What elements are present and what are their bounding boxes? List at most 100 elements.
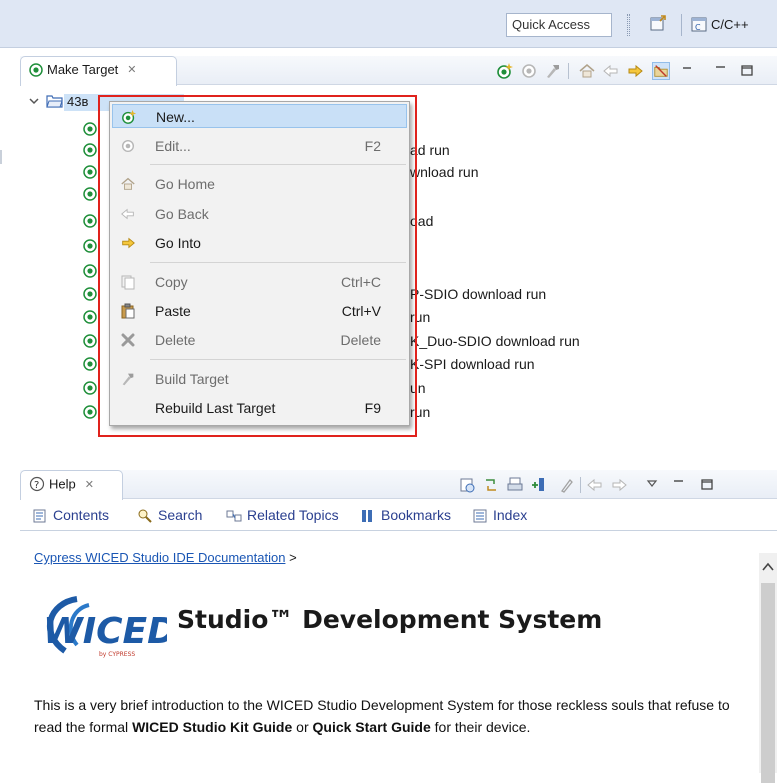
menu-item-delete[interactable]: Delete Delete — [112, 328, 407, 352]
wiced-logo: WICED by CYPRESS — [43, 596, 167, 658]
menu-item-go-back[interactable]: Go Back — [112, 202, 407, 226]
tools-separator — [580, 477, 581, 493]
back-arrow-icon — [121, 208, 134, 220]
target-icon — [83, 357, 97, 371]
toolbar-grip[interactable] — [627, 14, 630, 36]
menu-item-label: New... — [156, 109, 195, 125]
forward-arrow-icon[interactable] — [626, 62, 644, 80]
menu-item-label: Rebuild Last Target — [155, 400, 276, 416]
menu-separator — [150, 164, 406, 165]
menu-item-paste[interactable]: Paste Ctrl+V — [112, 299, 407, 323]
index-label: Index — [493, 507, 528, 523]
tab-make-target-label: Make Target — [47, 62, 119, 77]
menu-item-shortcut: Delete — [340, 332, 381, 348]
hide-empty-folders-icon[interactable] — [652, 62, 670, 80]
chevron-down-icon[interactable] — [28, 95, 40, 107]
open-perspective-button[interactable] — [649, 14, 669, 36]
vertical-scrollbar[interactable] — [759, 553, 777, 783]
maximize-icon[interactable] — [738, 62, 756, 80]
menu-item-label: Copy — [155, 274, 188, 290]
help-icon: ? — [29, 476, 45, 492]
target-icon — [83, 287, 97, 301]
menu-item-label: Edit... — [155, 138, 191, 154]
sync-toc-icon[interactable] — [482, 476, 500, 494]
toolbar-separator — [681, 14, 682, 36]
scroll-up-icon[interactable] — [762, 562, 774, 572]
back-arrow-icon[interactable] — [602, 62, 620, 80]
forward-arrow-icon[interactable] — [610, 476, 628, 494]
menu-item-build-target[interactable]: Build Target — [112, 367, 407, 391]
left-trim — [0, 150, 6, 164]
tab-help[interactable]: ? Help ✕ — [20, 470, 123, 500]
target-icon — [83, 165, 97, 179]
help-tools — [458, 476, 776, 496]
breadcrumb: Cypress WICED Studio IDE Documentation > — [34, 550, 297, 565]
target-label: un — [410, 380, 426, 396]
quick-access-input[interactable]: Quick Access — [506, 13, 612, 37]
svg-text:C: C — [695, 23, 701, 32]
related-topics-link[interactable]: Related Topics — [226, 506, 356, 526]
target-icon — [83, 214, 97, 228]
menu-item-new[interactable]: New... — [112, 104, 407, 128]
target-label: run — [410, 404, 431, 420]
bookmarks-link[interactable]: Bookmarks — [360, 506, 460, 526]
search-label: Search — [158, 507, 203, 523]
page-title: Studio™ Development System — [177, 605, 603, 634]
search-link[interactable]: Search — [137, 506, 217, 526]
minimize-icon[interactable] — [670, 476, 688, 494]
minimize-icon[interactable] — [712, 62, 730, 80]
delete-icon — [121, 333, 135, 347]
tab-make-target[interactable]: Make Target ✕ — [20, 56, 177, 86]
close-icon[interactable]: ✕ — [127, 63, 136, 76]
menu-item-copy[interactable]: Copy Ctrl+C — [112, 270, 407, 294]
menu-item-go-into[interactable]: Go Into — [112, 231, 407, 255]
new-target-icon[interactable] — [496, 62, 514, 80]
contents-icon — [33, 509, 46, 523]
build-target-icon[interactable] — [544, 62, 562, 80]
new-target-icon — [122, 109, 137, 124]
contents-link[interactable]: Contents — [32, 506, 132, 526]
home-icon — [121, 177, 135, 190]
target-icon — [83, 122, 97, 136]
menu-item-shortcut: Ctrl+V — [341, 303, 381, 319]
logo-text: WICED — [43, 611, 167, 652]
svg-text:?: ? — [34, 480, 39, 491]
help-navigation: Contents Search Related Topics Bookmarks… — [20, 506, 760, 526]
menu-item-rebuild-last-target[interactable]: Rebuild Last Target F9 — [112, 396, 407, 420]
breadcrumb-link[interactable]: Cypress WICED Studio IDE Documentation — [34, 550, 285, 565]
make-target-header: Make Target ✕ — [20, 56, 777, 86]
cpp-perspective-button[interactable]: C C/C++ — [688, 14, 774, 36]
index-link[interactable]: Index — [472, 506, 542, 526]
menu-item-go-home[interactable]: Go Home — [112, 172, 407, 196]
bookmarks-icon — [362, 510, 372, 522]
edit-target-icon[interactable] — [520, 62, 538, 80]
view-menu-icon[interactable] — [678, 62, 696, 80]
menu-item-label: Go Home — [155, 176, 215, 192]
menu-item-label: Go Back — [155, 206, 209, 222]
highlight-icon[interactable] — [558, 476, 576, 494]
tools-separator — [568, 63, 569, 79]
menu-item-label: Build Target — [155, 371, 229, 387]
build-target-icon — [122, 373, 134, 386]
target-icon — [83, 264, 97, 278]
help-view: ? Help ✕ Contents Search Related Topics … — [20, 470, 777, 783]
menu-item-edit[interactable]: Edit... F2 — [112, 134, 407, 158]
target-label: ad run — [410, 142, 450, 158]
close-icon[interactable]: ✕ — [85, 478, 94, 491]
maximize-icon[interactable] — [698, 476, 716, 494]
logo-subtext: by CYPRESS — [99, 651, 135, 658]
main-toolbar: Quick Access C C/C++ — [0, 0, 777, 48]
home-icon[interactable] — [578, 62, 596, 80]
add-bookmark-icon[interactable] — [530, 476, 548, 494]
tab-help-label: Help — [49, 476, 76, 492]
view-menu-icon[interactable] — [643, 476, 661, 494]
print-icon[interactable] — [506, 476, 524, 494]
search-icon — [138, 509, 152, 523]
menu-item-label: Paste — [155, 303, 191, 319]
context-menu: New... Edit... F2 Go Home Go Back Go Int… — [109, 101, 410, 426]
scrollbar-thumb[interactable] — [761, 583, 775, 783]
show-in-contents-icon[interactable] — [458, 476, 476, 494]
intro-paragraph: This is a very brief introduction to the… — [34, 694, 754, 738]
make-target-tools — [496, 62, 776, 82]
back-arrow-icon[interactable] — [586, 476, 604, 494]
